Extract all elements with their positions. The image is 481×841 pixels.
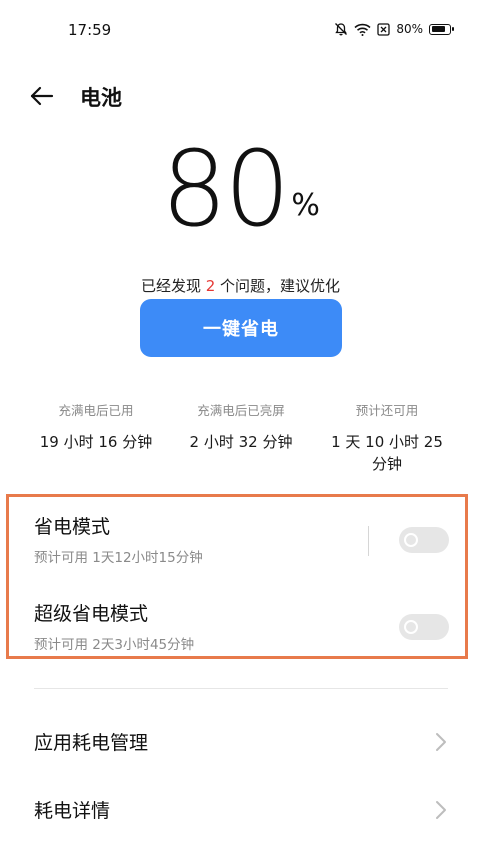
- arrow-left-icon[interactable]: [28, 82, 56, 110]
- status-time: 17:59: [68, 21, 112, 39]
- stat-value: 2 小时 32 分钟: [189, 433, 293, 451]
- mode-title: 省电模式: [34, 516, 111, 538]
- issues-summary: 已经发现 2 个问题，建议优化: [0, 275, 481, 296]
- battery-percentage: 80%: [0, 124, 481, 254]
- list-item-power-details[interactable]: 耗电详情: [0, 782, 481, 838]
- list-item-app-power-management[interactable]: 应用耗电管理: [0, 714, 481, 770]
- section-divider: [34, 688, 448, 689]
- mode-subtitle: 预计可用 2天3小时45分钟: [34, 637, 195, 653]
- stat-label: 预计还可用: [355, 403, 419, 418]
- power-saving-toggle[interactable]: [399, 527, 449, 553]
- page-title: 电池: [80, 86, 122, 110]
- divider: [368, 526, 369, 556]
- list-item-label: 应用耗电管理: [34, 732, 149, 754]
- stat-estimated-remaining: 预计还可用 1 天 10 小时 25 分钟: [307, 400, 467, 475]
- battery-icon: [429, 23, 454, 35]
- battery-text: 80%: [396, 22, 423, 36]
- stat-value-line1: 1 天 10 小时 25: [331, 433, 443, 451]
- stat-value: 1 天 10 小时 25 分钟: [307, 431, 467, 475]
- mode-subtitle: 预计可用 1天12小时15分钟: [34, 550, 203, 566]
- battery-stats: 充满电后已用 19 小时 16 分钟 充满电后已亮屏 2 小时 32 分钟 预计…: [0, 400, 481, 480]
- chevron-right-icon: [434, 732, 448, 752]
- battery-percent-value: 80: [161, 128, 290, 250]
- stat-value: 19 小时 16 分钟: [39, 433, 153, 451]
- stat-label: 充满电后已用: [58, 403, 134, 418]
- toggle-knob: [404, 533, 418, 547]
- sim-off-icon: [377, 22, 390, 36]
- battery-percent-sign: %: [291, 188, 320, 223]
- stat-label: 充满电后已亮屏: [197, 403, 285, 418]
- issues-suffix: 个问题，建议优化: [215, 277, 341, 295]
- status-icons: 80%: [334, 22, 454, 36]
- one-tap-power-save-button[interactable]: 一键省电: [140, 299, 342, 357]
- toggle-knob: [404, 620, 418, 634]
- stat-value-line2: 分钟: [371, 455, 402, 473]
- stat-used-since-full: 充满电后已用 19 小时 16 分钟: [16, 400, 176, 453]
- super-power-saving-mode-row[interactable]: 超级省电模式 预计可用 2天3小时45分钟: [0, 599, 481, 669]
- issues-prefix: 已经发现: [140, 277, 206, 295]
- status-bar: 17:59 80%: [0, 0, 481, 62]
- stat-screen-on-since-full: 充满电后已亮屏 2 小时 32 分钟: [161, 400, 321, 453]
- wifi-icon: [354, 23, 371, 36]
- chevron-right-icon: [434, 800, 448, 820]
- power-saving-mode-row[interactable]: 省电模式 预计可用 1天12小时15分钟: [0, 512, 481, 582]
- header: 电池: [0, 72, 481, 120]
- mute-bell-icon: [334, 22, 348, 36]
- mode-title: 超级省电模式: [34, 603, 149, 625]
- issues-count: 2: [205, 277, 216, 295]
- battery-fill: [431, 26, 446, 32]
- list-item-label: 耗电详情: [34, 800, 111, 822]
- super-power-saving-toggle[interactable]: [399, 614, 449, 640]
